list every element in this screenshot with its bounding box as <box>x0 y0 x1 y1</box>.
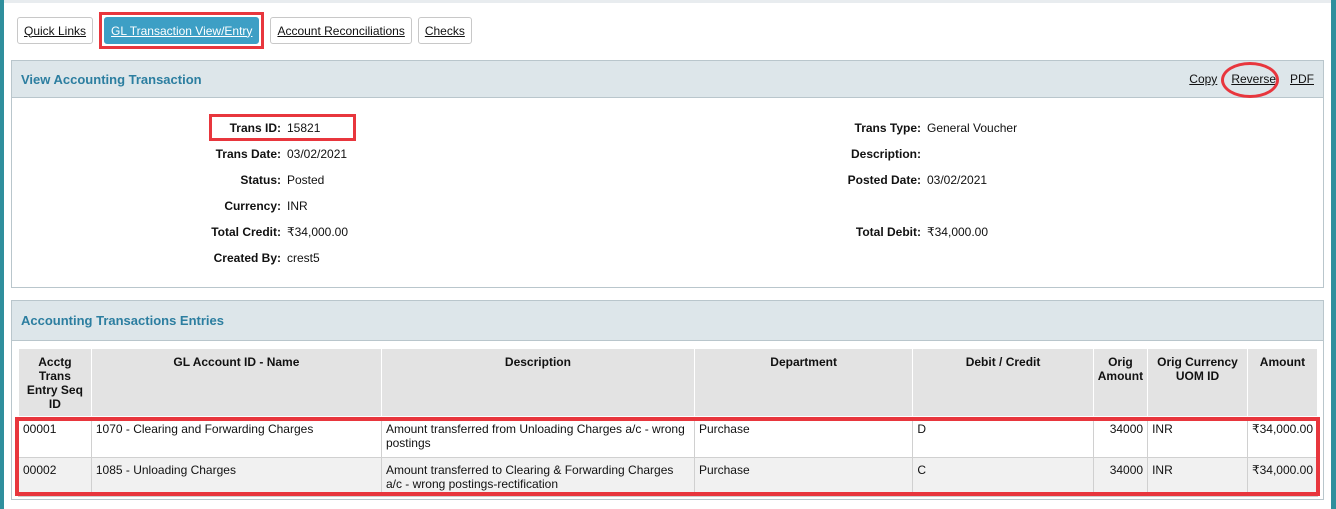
column-header[interactable]: Debit / Credit <box>912 348 1094 417</box>
tab-gl-transaction-view-entry[interactable]: GL Transaction View/Entry <box>104 17 260 44</box>
column-header[interactable]: Orig Currency UOM ID <box>1147 348 1248 417</box>
field-trans-id: Trans ID: 15821 <box>132 120 321 136</box>
field-description: Description: <box>772 146 927 162</box>
entries-table: Acctg Trans Entry Seq ID GL Account ID -… <box>18 348 1319 497</box>
cell-account: 1085 - Unloading Charges <box>90 457 382 497</box>
pdf-link[interactable]: PDF <box>1290 72 1314 86</box>
field-value: ₹34,000.00 <box>927 225 989 239</box>
cell-orig-amount: 34000 <box>1092 416 1149 458</box>
view-transaction-header: View Accounting Transaction Copy Reverse… <box>12 61 1323 98</box>
entries-header: Accounting Transactions Entries <box>12 301 1323 341</box>
field-value: crest5 <box>287 251 320 265</box>
window-left-border <box>0 0 4 509</box>
column-header[interactable]: Orig Amount <box>1092 348 1149 417</box>
cell-department: Purchase <box>693 416 914 458</box>
window-right-border <box>1331 0 1336 509</box>
field-value: 03/02/2021 <box>927 173 988 187</box>
field-value: ₹34,000.00 <box>287 225 349 239</box>
panel-title: Accounting Transactions Entries <box>21 313 224 328</box>
cell-description: Amount transferred from Unloading Charge… <box>380 416 695 458</box>
field-label: Currency: <box>224 199 281 213</box>
tab-highlight-box: GL Transaction View/Entry <box>99 12 265 49</box>
panel-actions: Copy Reverse PDF <box>1189 62 1314 98</box>
field-label: Trans Date: <box>215 147 281 161</box>
cell-currency: INR <box>1147 416 1248 458</box>
table-row[interactable]: 00001 1070 - Clearing and Forwarding Cha… <box>18 416 1319 458</box>
cell-account: 1070 - Clearing and Forwarding Charges <box>90 416 382 458</box>
field-label: Trans Type: <box>854 121 921 135</box>
column-header[interactable]: Description <box>380 348 695 417</box>
field-value: 03/02/2021 <box>287 147 348 161</box>
field-status: Status: Posted <box>132 172 324 188</box>
window-top-edge <box>0 0 1336 3</box>
field-total-debit: Total Debit: ₹34,000.00 <box>772 224 988 240</box>
field-label: Posted Date: <box>847 173 921 187</box>
field-label: Total Debit: <box>855 225 921 239</box>
table-header-row: Acctg Trans Entry Seq ID GL Account ID -… <box>18 348 1319 417</box>
field-label: Total Credit: <box>211 225 281 239</box>
column-header[interactable]: Department <box>693 348 914 417</box>
field-value: Posted <box>287 173 325 187</box>
field-value: INR <box>287 199 308 213</box>
field-created-by: Created By: crest5 <box>132 250 320 266</box>
field-value: 15821 <box>287 121 321 135</box>
tab-bar: Quick Links GL Transaction View/Entry Ac… <box>17 12 472 49</box>
tab-account-reconciliations[interactable]: Account Reconciliations <box>270 17 412 44</box>
field-label: Created By: <box>213 251 281 265</box>
field-value: General Voucher <box>927 121 1018 135</box>
cell-seq: 00002 <box>18 457 92 497</box>
field-posted-date: Posted Date: 03/02/2021 <box>772 172 987 188</box>
tab-quick-links[interactable]: Quick Links <box>17 17 94 44</box>
column-header[interactable]: GL Account ID - Name <box>90 348 382 417</box>
cell-debit-credit: D <box>912 416 1094 458</box>
field-label: Status: <box>240 173 281 187</box>
cell-currency: INR <box>1147 457 1248 497</box>
panel-title: View Accounting Transaction <box>21 71 202 87</box>
field-currency: Currency: INR <box>132 198 308 214</box>
cell-amount: ₹34,000.00 <box>1246 416 1319 458</box>
field-trans-type: Trans Type: General Voucher <box>772 120 1018 136</box>
field-trans-date: Trans Date: 03/02/2021 <box>132 146 347 162</box>
column-header[interactable]: Acctg Trans Entry Seq ID <box>18 348 92 417</box>
cell-orig-amount: 34000 <box>1092 457 1149 497</box>
cell-department: Purchase <box>693 457 914 497</box>
table-row[interactable]: 00002 1085 - Unloading Charges Amount tr… <box>18 457 1319 497</box>
cell-seq: 00001 <box>18 416 92 458</box>
cell-description: Amount transferred to Clearing & Forward… <box>380 457 695 497</box>
copy-link[interactable]: Copy <box>1189 72 1217 86</box>
column-header[interactable]: Amount <box>1246 348 1319 417</box>
field-label: Trans ID: <box>229 121 281 135</box>
field-total-credit: Total Credit: ₹34,000.00 <box>132 224 348 240</box>
cell-debit-credit: C <box>912 457 1094 497</box>
entries-panel: Accounting Transactions Entries Acctg Tr… <box>11 300 1324 500</box>
field-label: Description: <box>850 147 921 161</box>
tab-checks[interactable]: Checks <box>417 17 472 44</box>
reverse-highlight-circle <box>1221 62 1280 98</box>
cell-amount: ₹34,000.00 <box>1246 457 1319 497</box>
reverse-link[interactable]: Reverse <box>1221 62 1280 98</box>
view-transaction-panel: View Accounting Transaction Copy Reverse… <box>11 60 1324 288</box>
